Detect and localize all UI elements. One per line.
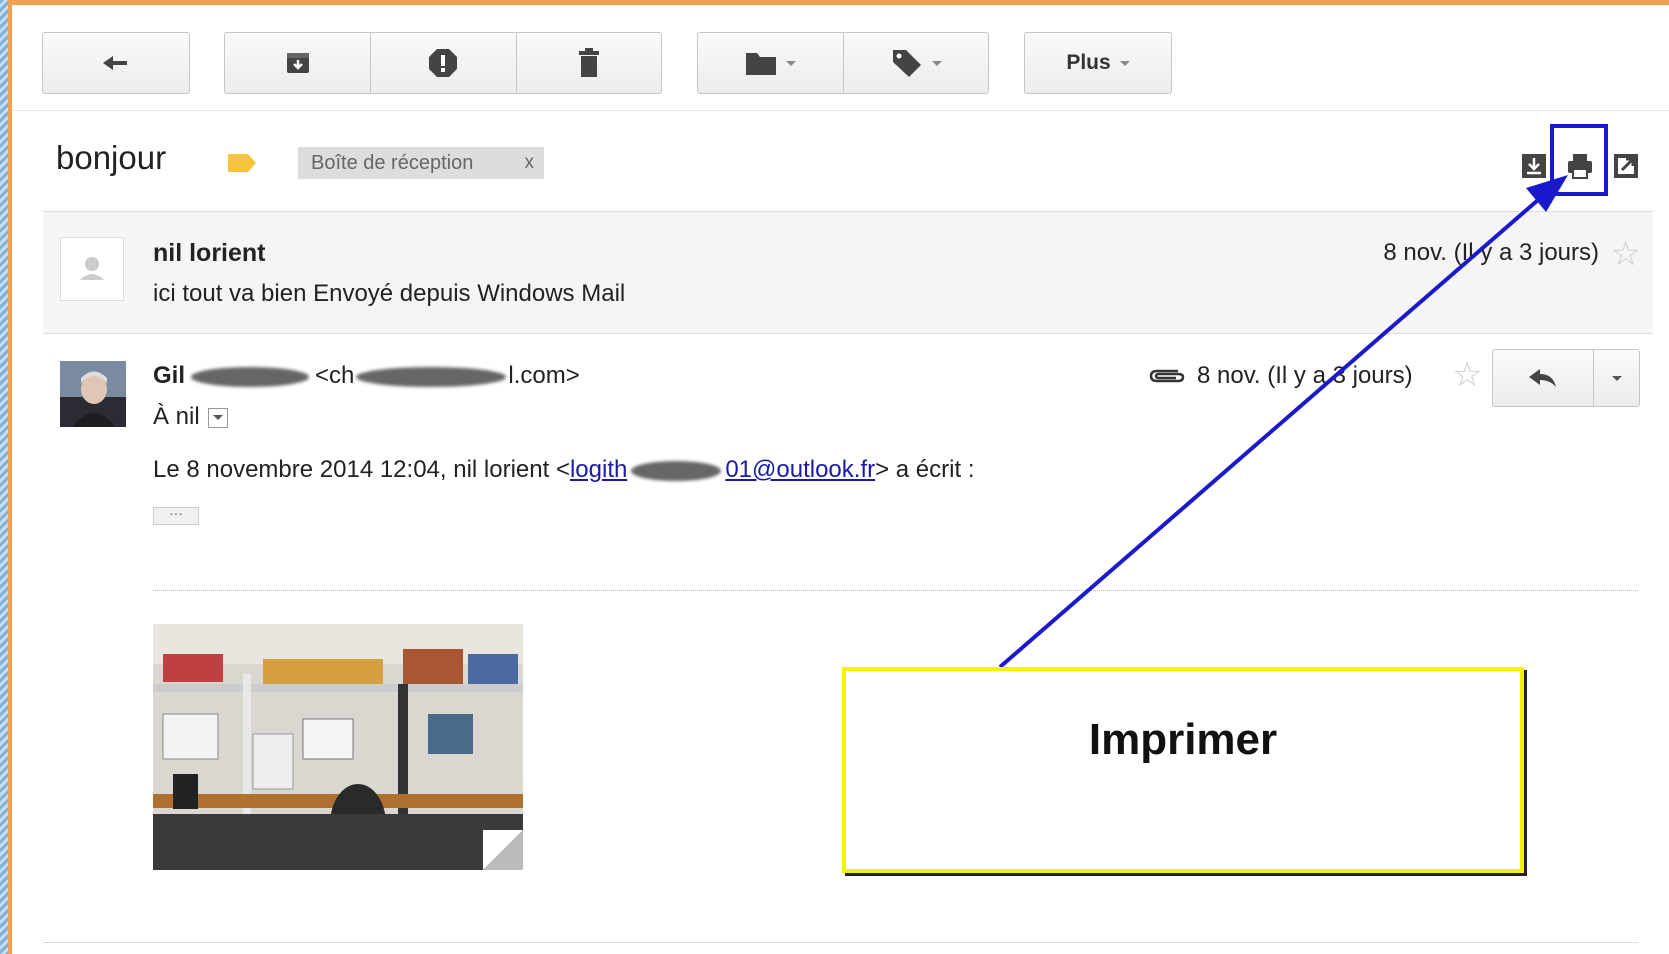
trash-icon bbox=[578, 48, 599, 77]
label-chip-inbox: Boîte de réception x bbox=[298, 147, 544, 179]
subject-title: bonjour bbox=[56, 139, 167, 176]
spam-icon bbox=[429, 49, 458, 77]
annotation-callout: Imprimer bbox=[842, 667, 1524, 873]
quote-prefix: Le 8 novembre 2014 12:04, nil lorient < bbox=[153, 456, 570, 483]
print-highlight-box bbox=[1550, 124, 1608, 196]
report-spam-button[interactable] bbox=[370, 33, 515, 93]
toolbar-divider bbox=[12, 110, 1669, 111]
toolbar-group-actions bbox=[224, 32, 662, 94]
folder-icon bbox=[746, 53, 776, 75]
quote-email-end: 01@outlook.fr bbox=[725, 456, 876, 483]
quote-email-link[interactable]: logith 01@outlook.fr bbox=[570, 456, 875, 483]
redaction-blur bbox=[191, 366, 310, 387]
thread-bottom-divider bbox=[43, 942, 1638, 943]
chevron-down-icon bbox=[931, 60, 942, 66]
star-icon[interactable]: ☆ bbox=[1611, 234, 1641, 274]
important-marker-icon[interactable] bbox=[227, 152, 257, 174]
delete-button[interactable] bbox=[515, 33, 661, 93]
message-collapsed[interactable]: nil lorient ici tout va bien Envoyé depu… bbox=[43, 211, 1653, 334]
archive-button[interactable] bbox=[225, 33, 370, 93]
sender-name: Gil bbox=[153, 362, 186, 389]
chevron-down-icon bbox=[786, 60, 796, 66]
label-chip-text: Boîte de réception bbox=[311, 151, 474, 174]
download-icon[interactable] bbox=[1520, 152, 1548, 180]
recipient-line[interactable]: À nil bbox=[153, 403, 228, 431]
reply-icon bbox=[1529, 369, 1556, 387]
quote-suffix: > a écrit : bbox=[875, 456, 975, 483]
redaction-blur bbox=[356, 366, 507, 387]
new-window-icon[interactable] bbox=[1612, 152, 1640, 180]
reply-button[interactable] bbox=[1493, 350, 1594, 406]
show-trimmed-content-button[interactable]: ··· bbox=[153, 506, 199, 525]
more-button[interactable]: Plus bbox=[1025, 33, 1171, 93]
signature-divider bbox=[153, 590, 1638, 591]
recipient-label: À nil bbox=[153, 403, 200, 430]
avatar bbox=[60, 361, 126, 427]
avatar bbox=[60, 237, 124, 301]
sender-name: nil lorient bbox=[153, 239, 266, 267]
toolbar-group-organize bbox=[697, 32, 989, 94]
sender-line: Gil <ch l.com> bbox=[153, 362, 580, 390]
redaction-blur bbox=[631, 460, 722, 481]
label-icon bbox=[892, 50, 921, 77]
archive-icon bbox=[286, 53, 309, 73]
more-actions-dropdown[interactable] bbox=[1594, 350, 1639, 406]
back-button[interactable] bbox=[43, 33, 189, 93]
chevron-down-icon bbox=[1119, 60, 1130, 66]
move-to-button[interactable] bbox=[698, 33, 843, 93]
message-date: 8 nov. (Il y a 3 jours) bbox=[1383, 239, 1599, 266]
chevron-down-icon bbox=[1611, 375, 1622, 381]
message-snippet: ici tout va bien Envoyé depuis Windows M… bbox=[153, 280, 626, 307]
attachment-photo-thumbnail[interactable] bbox=[153, 624, 523, 870]
attachment-icon bbox=[1149, 369, 1185, 383]
reply-button-group bbox=[1492, 349, 1640, 407]
toolbar-group-back bbox=[42, 32, 190, 94]
sender-email-end: l.com> bbox=[508, 362, 580, 389]
callout-text: Imprimer bbox=[1088, 715, 1278, 764]
show-details-dropdown[interactable] bbox=[207, 407, 228, 428]
labels-button[interactable] bbox=[843, 33, 988, 93]
quote-email-start: logith bbox=[569, 456, 628, 483]
sender-email-start: <ch bbox=[315, 362, 355, 389]
message-date: 8 nov. (Il y a 3 jours) bbox=[1197, 362, 1413, 389]
more-button-label: Plus bbox=[1066, 51, 1111, 74]
star-icon[interactable]: ☆ bbox=[1452, 355, 1482, 395]
toolbar-group-more: Plus bbox=[1024, 32, 1172, 94]
default-avatar-icon bbox=[80, 257, 104, 280]
back-arrow-icon bbox=[103, 56, 127, 70]
remove-label-button[interactable]: x bbox=[525, 152, 535, 174]
quote-header: Le 8 novembre 2014 12:04, nil lorient <l… bbox=[153, 456, 974, 484]
